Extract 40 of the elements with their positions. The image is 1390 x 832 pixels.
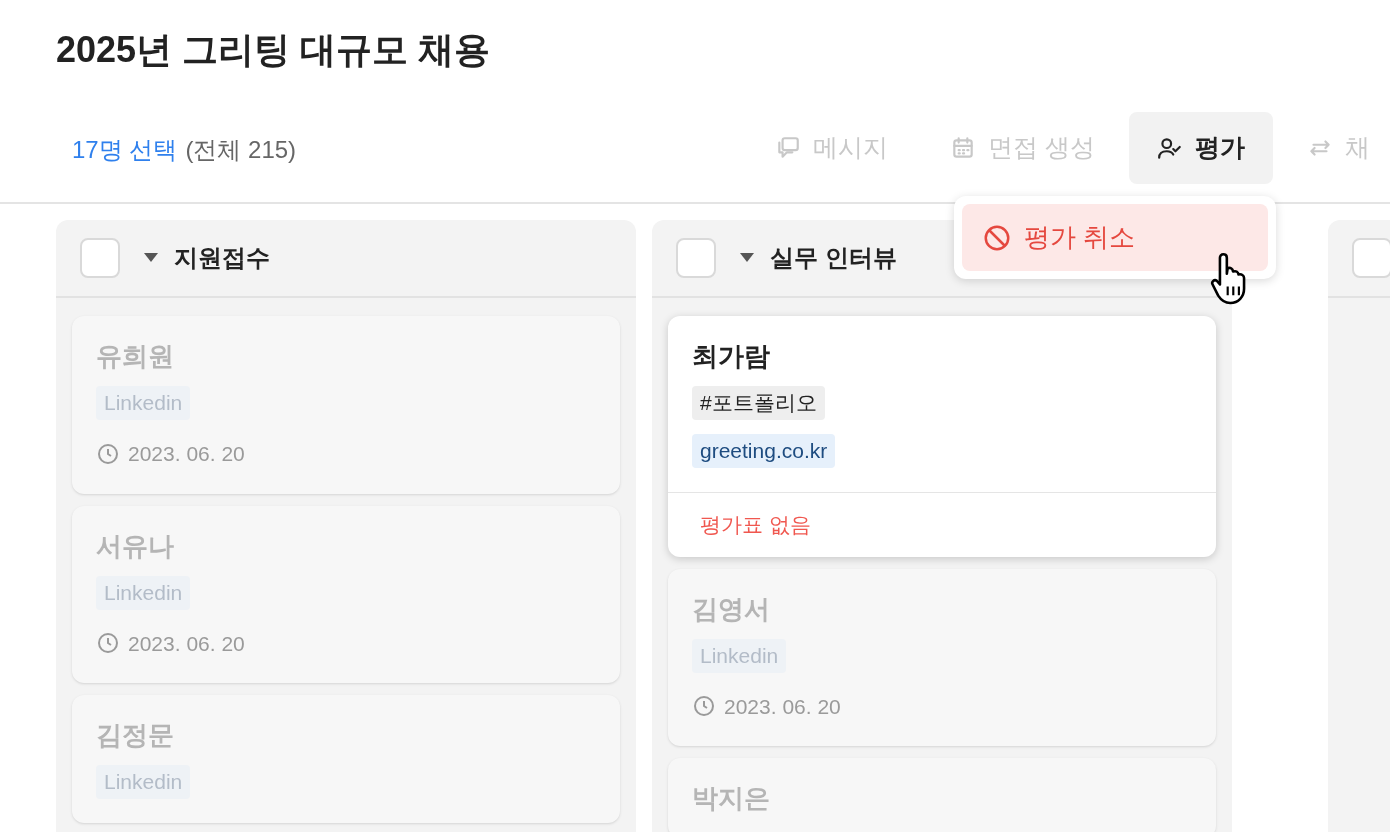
toolbar-button[interactable]: 평가 [1128,112,1273,184]
candidate-name: 유희원 [96,340,175,372]
candidate-card[interactable]: 김영서 Linkedin 2023. 06. 20 [668,568,1216,746]
column-title: 지원접수 [174,243,270,273]
candidate-card[interactable]: 유희원 Linkedin 2023. 06. 20 [72,316,620,494]
caret-down-icon[interactable] [144,253,158,263]
clock-icon [96,441,120,466]
clock-icon [96,631,120,656]
total-count: (전체 215) [185,135,297,165]
applied-date: 2023. 06. 20 [128,630,245,657]
column-title: 실무 인터뷰 [770,243,897,273]
candidate-name: 최가람 [692,340,771,372]
candidate-card[interactable]: 김정문 Linkedin [72,695,620,823]
candidate-name: 박지은 [692,782,771,814]
candidate-tag: greeting.co.kr [692,434,836,468]
checkbox[interactable] [80,238,120,278]
checkbox[interactable] [1352,238,1390,278]
candidate-name: 김정문 [96,719,175,751]
no-evaluation-text: 평가표 없음 [700,513,811,536]
candidate-name: 서유나 [96,529,175,562]
candidate-tag: Linkedin [96,765,191,799]
candidate-tag: Linkedin [692,638,787,673]
clock-icon [692,694,716,719]
applied-date: 2023. 06. 20 [724,693,841,720]
candidate-card[interactable]: 박지은 [668,758,1216,832]
user-check-icon [1156,135,1183,161]
checkbox[interactable] [676,238,716,278]
candidate-tag: Linkedin [96,575,191,610]
page-title: 2025년 그리팅 대규모 채용 [56,28,492,72]
applied-date: 2023. 06. 20 [128,441,245,467]
calendar-icon [950,135,976,161]
caret-down-icon[interactable] [740,253,754,263]
candidate-card[interactable]: 서유나 Linkedin 2023. 06. 20 [72,505,620,683]
candidate-name: 김영서 [692,592,771,625]
candidate-tag: #포트폴리오 [692,386,825,420]
candidate-tag: Linkedin [96,386,191,420]
menu-item[interactable]: 평가 취소 [962,204,1268,271]
selected-count: 17명 선택 [72,135,178,165]
candidate-card[interactable]: 최가람 #포트폴리오 greeting.co.kr 평가표 없음 [668,316,1216,557]
chat-icon [775,135,801,161]
